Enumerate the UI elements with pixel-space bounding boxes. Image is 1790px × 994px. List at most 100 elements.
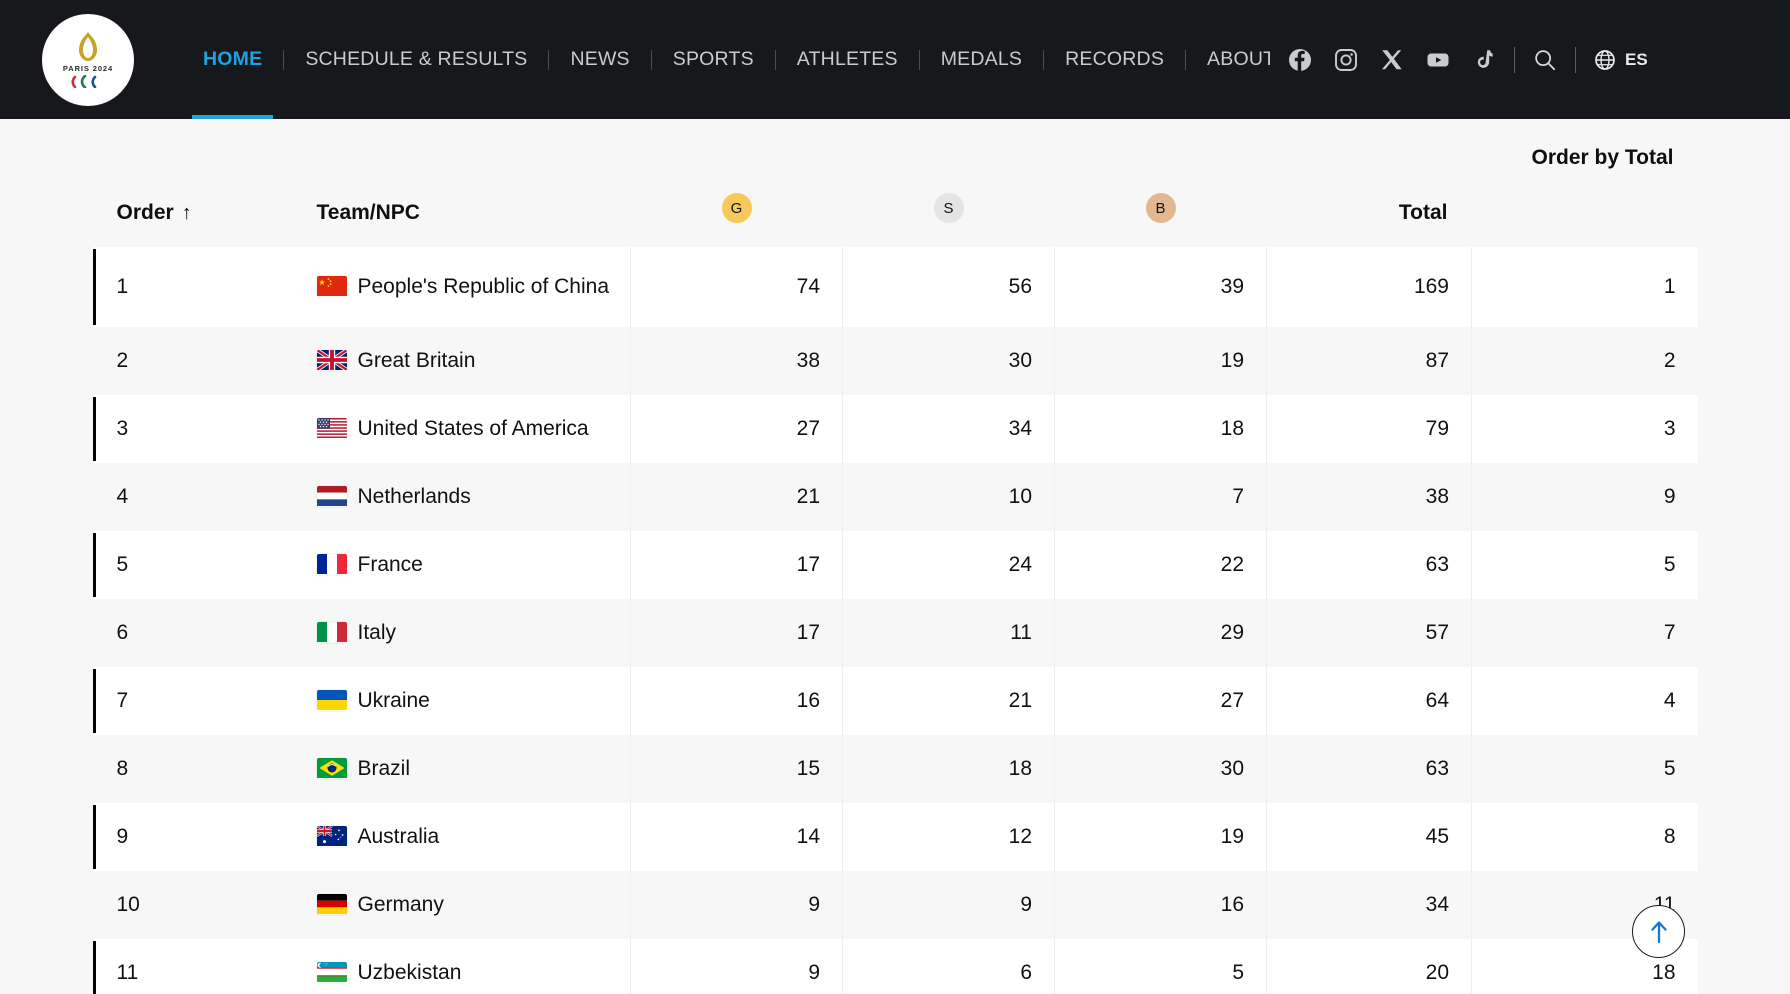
cell-total: 87 — [1266, 327, 1472, 395]
cell-gold: 27 — [630, 395, 843, 463]
arrow-up-icon — [1650, 920, 1667, 943]
nav-item-medals[interactable]: MEDALS — [920, 0, 1043, 119]
paralympic-flame-icon — [79, 31, 97, 61]
medal-standings-section: Order ↑ Team/NPC G S B Total Order by Tot… — [0, 119, 1790, 994]
back-to-top-button[interactable] — [1632, 905, 1685, 958]
cell-team[interactable]: France — [316, 531, 631, 599]
facebook-icon[interactable] — [1288, 48, 1312, 72]
cell-order: 5 — [92, 531, 317, 599]
flag-icon-it — [316, 622, 347, 643]
flag-icon-fr — [316, 554, 347, 575]
column-header-total[interactable]: Total — [1266, 119, 1472, 247]
table-row[interactable]: 7 Ukraine 16 21 27 64 4 — [92, 667, 1698, 735]
cell-gold: 15 — [630, 735, 843, 803]
table-row[interactable]: 6 Italy 17 11 29 57 7 — [92, 599, 1698, 667]
nav-item-records[interactable]: RECORDS — [1044, 0, 1185, 119]
nav-item-athletes[interactable]: ATHLETES — [776, 0, 919, 119]
table-header-row: Order ↑ Team/NPC G S B Total Order by Tot… — [92, 119, 1698, 247]
cell-total: 34 — [1266, 871, 1472, 939]
table-row[interactable]: 5 France 17 24 22 63 5 — [92, 531, 1698, 599]
team-name-label: Australia — [357, 825, 440, 849]
cell-silver: 24 — [842, 531, 1055, 599]
column-header-order-by-total[interactable]: Order by Total — [1471, 119, 1698, 247]
table-row[interactable]: 11 Uzbekistan 9 6 5 20 18 — [92, 939, 1698, 994]
instagram-icon[interactable] — [1334, 48, 1358, 72]
nav-item-sports[interactable]: SPORTS — [652, 0, 775, 119]
cell-total: 79 — [1266, 395, 1472, 463]
search-icon[interactable] — [1533, 48, 1557, 72]
cell-team[interactable]: Uzbekistan — [316, 939, 631, 994]
column-header-gold[interactable]: G — [630, 119, 843, 247]
nav-item-schedule-results[interactable]: SCHEDULE & RESULTS — [284, 0, 548, 119]
nav-item-home[interactable]: HOME — [182, 0, 283, 119]
cell-bronze: 7 — [1054, 463, 1267, 531]
table-row[interactable]: 4 Netherlands 21 10 7 38 9 — [92, 463, 1698, 531]
cell-gold: 17 — [630, 531, 843, 599]
cell-silver: 6 — [842, 939, 1055, 994]
cell-team[interactable]: Ukraine — [316, 667, 631, 735]
paris-2024-logo[interactable]: PARIS 2024 — [42, 13, 134, 106]
table-row[interactable]: 2 Great Britain 38 30 19 87 2 — [92, 327, 1698, 395]
cell-silver: 34 — [842, 395, 1055, 463]
cell-silver: 30 — [842, 327, 1055, 395]
flag-icon-ua — [316, 690, 347, 711]
table-row[interactable]: 8 Brazil 15 18 30 63 5 — [92, 735, 1698, 803]
cell-bronze: 19 — [1054, 803, 1267, 871]
cell-gold: 9 — [630, 939, 843, 994]
cell-order-by-total: 5 — [1663, 553, 1676, 576]
cell-team[interactable]: Great Britain — [316, 327, 631, 395]
cell-gold: 38 — [630, 327, 843, 395]
cell-bronze: 16 — [1054, 871, 1267, 939]
medal-table-container: Order ↑ Team/NPC G S B Total Order by Tot… — [92, 119, 1698, 994]
cell-order: 3 — [92, 395, 317, 463]
column-header-bronze[interactable]: B — [1054, 119, 1267, 247]
logo-wordmark: PARIS 2024 — [62, 63, 114, 73]
flag-icon-de — [316, 894, 347, 915]
cell-bronze: 22 — [1054, 531, 1267, 599]
cell-total: 63 — [1266, 531, 1472, 599]
column-header-team[interactable]: Team/NPC — [316, 119, 631, 247]
cell-silver: 11 — [842, 599, 1055, 667]
cell-bronze: 19 — [1054, 327, 1267, 395]
cell-order-by-total: 9 — [1663, 485, 1676, 508]
cell-team[interactable]: Brazil — [316, 735, 631, 803]
tiktok-icon[interactable] — [1472, 48, 1496, 72]
column-header-silver[interactable]: S — [842, 119, 1055, 247]
table-row[interactable]: 10 Germany 9 9 16 34 11 — [92, 871, 1698, 939]
cell-order-by-total: 2 — [1663, 349, 1676, 372]
table-row[interactable]: 9 Australia 14 12 19 45 8 — [92, 803, 1698, 871]
cell-team[interactable]: Netherlands — [316, 463, 631, 531]
agitos-symbol-icon — [71, 74, 97, 88]
table-row[interactable]: 1 People's Republic of China 74 56 39 169 1 — [92, 247, 1698, 327]
language-selector[interactable]: ES — [1594, 49, 1648, 71]
cell-order: 2 — [116, 349, 129, 372]
team-name-label: People's Republic of China — [357, 275, 610, 299]
team-name-label: Germany — [357, 893, 444, 917]
column-header-order[interactable]: Order ↑ — [92, 119, 317, 247]
header-divider — [1575, 46, 1577, 73]
nav-item-about-the-games[interactable]: ABOUT T — [1186, 0, 1270, 119]
bronze-medal-chip: B — [1145, 193, 1176, 223]
team-name-label: Italy — [357, 621, 397, 645]
x-twitter-icon[interactable] — [1380, 48, 1404, 72]
primary-nav: HOME SCHEDULE & RESULTS NEWS SPORTS ATHL… — [182, 0, 1270, 119]
flag-icon-us — [316, 418, 347, 439]
nav-item-news[interactable]: NEWS — [549, 0, 650, 119]
cell-bronze: 18 — [1054, 395, 1267, 463]
cell-silver: 9 — [842, 871, 1055, 939]
cell-bronze: 5 — [1054, 939, 1267, 994]
cell-team[interactable]: Australia — [316, 803, 631, 871]
table-row[interactable]: 3 United States of America 27 34 18 79 3 — [92, 395, 1698, 463]
youtube-icon[interactable] — [1426, 48, 1450, 72]
cell-order-by-total: 7 — [1663, 621, 1676, 644]
cell-silver: 21 — [842, 667, 1055, 735]
table-header: Order ↑ Team/NPC G S B Total Order by Tot… — [92, 119, 1698, 247]
cell-team[interactable]: United States of America — [316, 395, 631, 463]
cell-team[interactable]: Germany — [316, 871, 631, 939]
cell-order: 8 — [116, 757, 129, 780]
cell-bronze: 29 — [1054, 599, 1267, 667]
cell-team[interactable]: Italy — [316, 599, 631, 667]
cell-team[interactable]: People's Republic of China — [316, 247, 631, 327]
sort-ascending-icon: ↑ — [181, 202, 192, 224]
cell-gold: 16 — [630, 667, 843, 735]
